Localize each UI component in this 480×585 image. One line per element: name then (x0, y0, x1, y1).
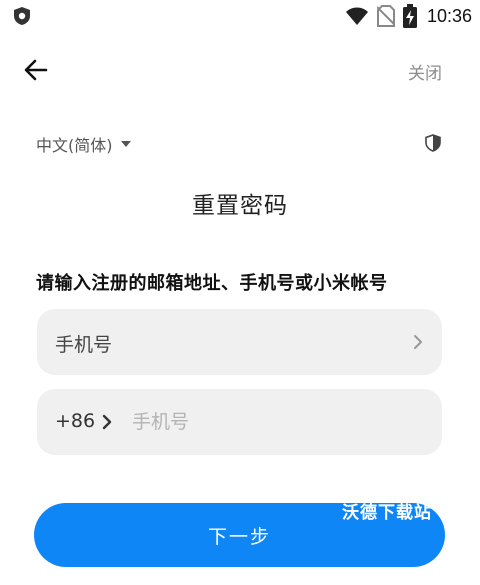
back-arrow-icon[interactable] (20, 54, 52, 86)
account-type-label: 手机号 (55, 334, 113, 356)
watermark: 沃德下载站 (342, 503, 432, 523)
page-title: 重置密码 (192, 193, 288, 219)
next-button-label: 下一步 (207, 525, 271, 548)
language-label: 中文(简体) (36, 136, 113, 155)
chevron-right-icon[interactable] (101, 414, 113, 430)
chevron-right-icon (414, 335, 422, 349)
phone-field: +86 (37, 389, 442, 455)
caret-down-icon (120, 141, 131, 147)
country-code-selector[interactable]: +86 (55, 410, 95, 432)
status-bar: 10:36 (0, 0, 480, 32)
battery-charging-icon (402, 4, 417, 28)
shield-app-icon (14, 7, 30, 25)
status-icons: 10:36 (345, 4, 472, 28)
wifi-icon (345, 7, 368, 25)
status-time: 10:36 (426, 5, 472, 26)
security-shield-icon[interactable] (424, 134, 442, 152)
no-sim-icon (376, 5, 395, 27)
language-selector[interactable]: 中文(简体) (36, 132, 131, 156)
close-button[interactable]: 关闭 (408, 59, 442, 84)
instruction-text: 请输入注册的邮箱地址、手机号或小米帐号 (36, 273, 388, 294)
phone-input[interactable] (132, 401, 422, 443)
account-type-selector[interactable]: 手机号 (37, 309, 442, 375)
